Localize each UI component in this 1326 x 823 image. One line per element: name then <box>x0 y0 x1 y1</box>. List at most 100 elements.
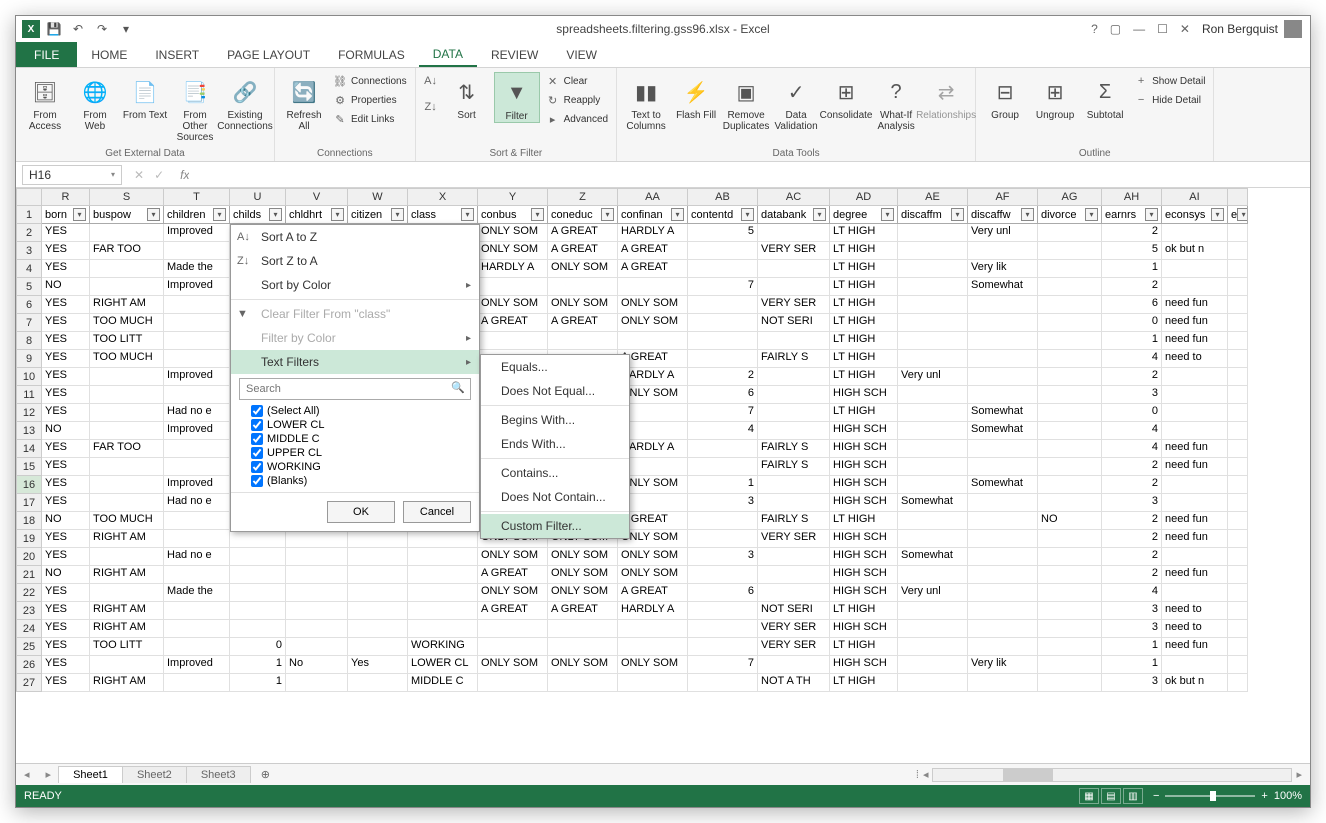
cell[interactable] <box>688 638 758 656</box>
cell[interactable] <box>1038 638 1102 656</box>
cell[interactable]: HARDLY A <box>478 260 548 278</box>
cell[interactable] <box>286 602 348 620</box>
row-header[interactable]: 11 <box>16 386 42 404</box>
cell[interactable]: need fun <box>1162 512 1228 530</box>
cell[interactable] <box>898 602 968 620</box>
cell[interactable]: YES <box>42 602 90 620</box>
cell[interactable]: Very lik <box>968 260 1038 278</box>
row-header[interactable]: 12 <box>16 404 42 422</box>
filter-dropdown-button[interactable]: ▾ <box>391 208 404 221</box>
cell[interactable] <box>286 548 348 566</box>
cell[interactable] <box>968 494 1038 512</box>
cell[interactable]: ONLY SOM <box>548 656 618 674</box>
cell[interactable] <box>90 494 164 512</box>
cell[interactable]: 2 <box>1102 566 1162 584</box>
filter-dropdown-button[interactable]: ▾ <box>1085 208 1098 221</box>
begins-with-option[interactable]: Begins With... <box>481 408 629 432</box>
cell[interactable] <box>898 638 968 656</box>
cell[interactable]: TOO LITT <box>90 332 164 350</box>
cell[interactable]: YES <box>42 656 90 674</box>
zoom-slider[interactable] <box>1165 795 1255 797</box>
filter-search-input[interactable] <box>239 378 471 400</box>
cell[interactable]: ONLY SOM <box>618 566 688 584</box>
text-to-columns-button[interactable]: ▮▮Text to Columns <box>623 72 669 132</box>
cell[interactable]: TOO MUCH <box>90 512 164 530</box>
cell[interactable]: ONLY SOM <box>478 242 548 260</box>
cell[interactable] <box>90 260 164 278</box>
cell[interactable] <box>898 530 968 548</box>
cell[interactable]: LT HIGH <box>830 314 898 332</box>
cell[interactable]: 3 <box>688 494 758 512</box>
cell[interactable] <box>1038 386 1102 404</box>
cell[interactable] <box>968 674 1038 692</box>
cell[interactable]: VERY SER <box>758 638 830 656</box>
advanced-button[interactable]: ▸Advanced <box>544 110 610 128</box>
cell[interactable] <box>1038 530 1102 548</box>
cell[interactable]: A GREAT <box>618 242 688 260</box>
row-header[interactable]: 5 <box>16 278 42 296</box>
cell[interactable]: 5 <box>1102 242 1162 260</box>
cell[interactable]: 7 <box>688 404 758 422</box>
cell[interactable]: Made the <box>164 584 230 602</box>
cell[interactable] <box>758 548 830 566</box>
cell[interactable]: Had no e <box>164 494 230 512</box>
cell[interactable] <box>1228 602 1248 620</box>
cell[interactable] <box>1228 242 1248 260</box>
cell[interactable] <box>618 674 688 692</box>
cell[interactable] <box>1038 314 1102 332</box>
cell[interactable] <box>1162 548 1228 566</box>
cell[interactable]: ONLY SOM <box>548 566 618 584</box>
cell[interactable]: HIGH SCH <box>830 656 898 674</box>
column-header[interactable]: AD <box>830 188 898 206</box>
cell[interactable] <box>1038 278 1102 296</box>
cell[interactable] <box>758 494 830 512</box>
column-header[interactable]: AH <box>1102 188 1162 206</box>
cell[interactable] <box>478 674 548 692</box>
cell[interactable]: A GREAT <box>478 602 548 620</box>
cell[interactable]: A GREAT <box>618 584 688 602</box>
cell[interactable]: A GREAT <box>478 566 548 584</box>
cell[interactable] <box>1162 584 1228 602</box>
add-sheet-button[interactable]: ⊕ <box>251 768 280 781</box>
cell[interactable]: 6 <box>688 386 758 404</box>
row-header[interactable]: 9 <box>16 350 42 368</box>
row-header[interactable]: 19 <box>16 530 42 548</box>
cell[interactable]: VERY SER <box>758 620 830 638</box>
cell[interactable] <box>408 530 478 548</box>
cell[interactable] <box>968 314 1038 332</box>
cell[interactable]: need fun <box>1162 314 1228 332</box>
row-header[interactable]: 2 <box>16 224 42 242</box>
cell[interactable]: YES <box>42 638 90 656</box>
sort-z-to-a[interactable]: Z↓Sort Z to A <box>231 249 479 273</box>
cell[interactable] <box>1228 386 1248 404</box>
ungroup-button[interactable]: ⊞Ungroup <box>1032 72 1078 121</box>
cell[interactable] <box>348 620 408 638</box>
cell[interactable] <box>758 584 830 602</box>
cell[interactable]: YES <box>42 440 90 458</box>
undo-icon[interactable]: ↶ <box>68 19 88 39</box>
cell[interactable]: 1 <box>688 476 758 494</box>
cell[interactable]: 2 <box>1102 530 1162 548</box>
subtotal-button[interactable]: ΣSubtotal <box>1082 72 1128 121</box>
cell[interactable]: NOT SERI <box>758 602 830 620</box>
sheet-tab-2[interactable]: Sheet2 <box>122 766 187 783</box>
column-header[interactable]: R <box>42 188 90 206</box>
cell[interactable]: RIGHT AM <box>90 674 164 692</box>
cell[interactable]: LT HIGH <box>830 260 898 278</box>
cell[interactable] <box>164 314 230 332</box>
from-other-button[interactable]: 📑From Other Sources <box>172 72 218 143</box>
cell[interactable] <box>1038 422 1102 440</box>
cell[interactable]: 5 <box>688 224 758 242</box>
cell[interactable]: 3 <box>1102 602 1162 620</box>
cell[interactable] <box>758 566 830 584</box>
column-header[interactable]: Z <box>548 188 618 206</box>
cell[interactable] <box>688 458 758 476</box>
cell[interactable]: NO <box>42 566 90 584</box>
cell[interactable]: ok but n <box>1162 242 1228 260</box>
from-text-button[interactable]: 📄From Text <box>122 72 168 121</box>
cell[interactable] <box>898 404 968 422</box>
filter-dropdown-button[interactable]: ▾ <box>813 208 826 221</box>
cell[interactable]: 1 <box>1102 656 1162 674</box>
sort-by-color[interactable]: Sort by Color <box>231 273 479 297</box>
cell[interactable]: Had no e <box>164 404 230 422</box>
